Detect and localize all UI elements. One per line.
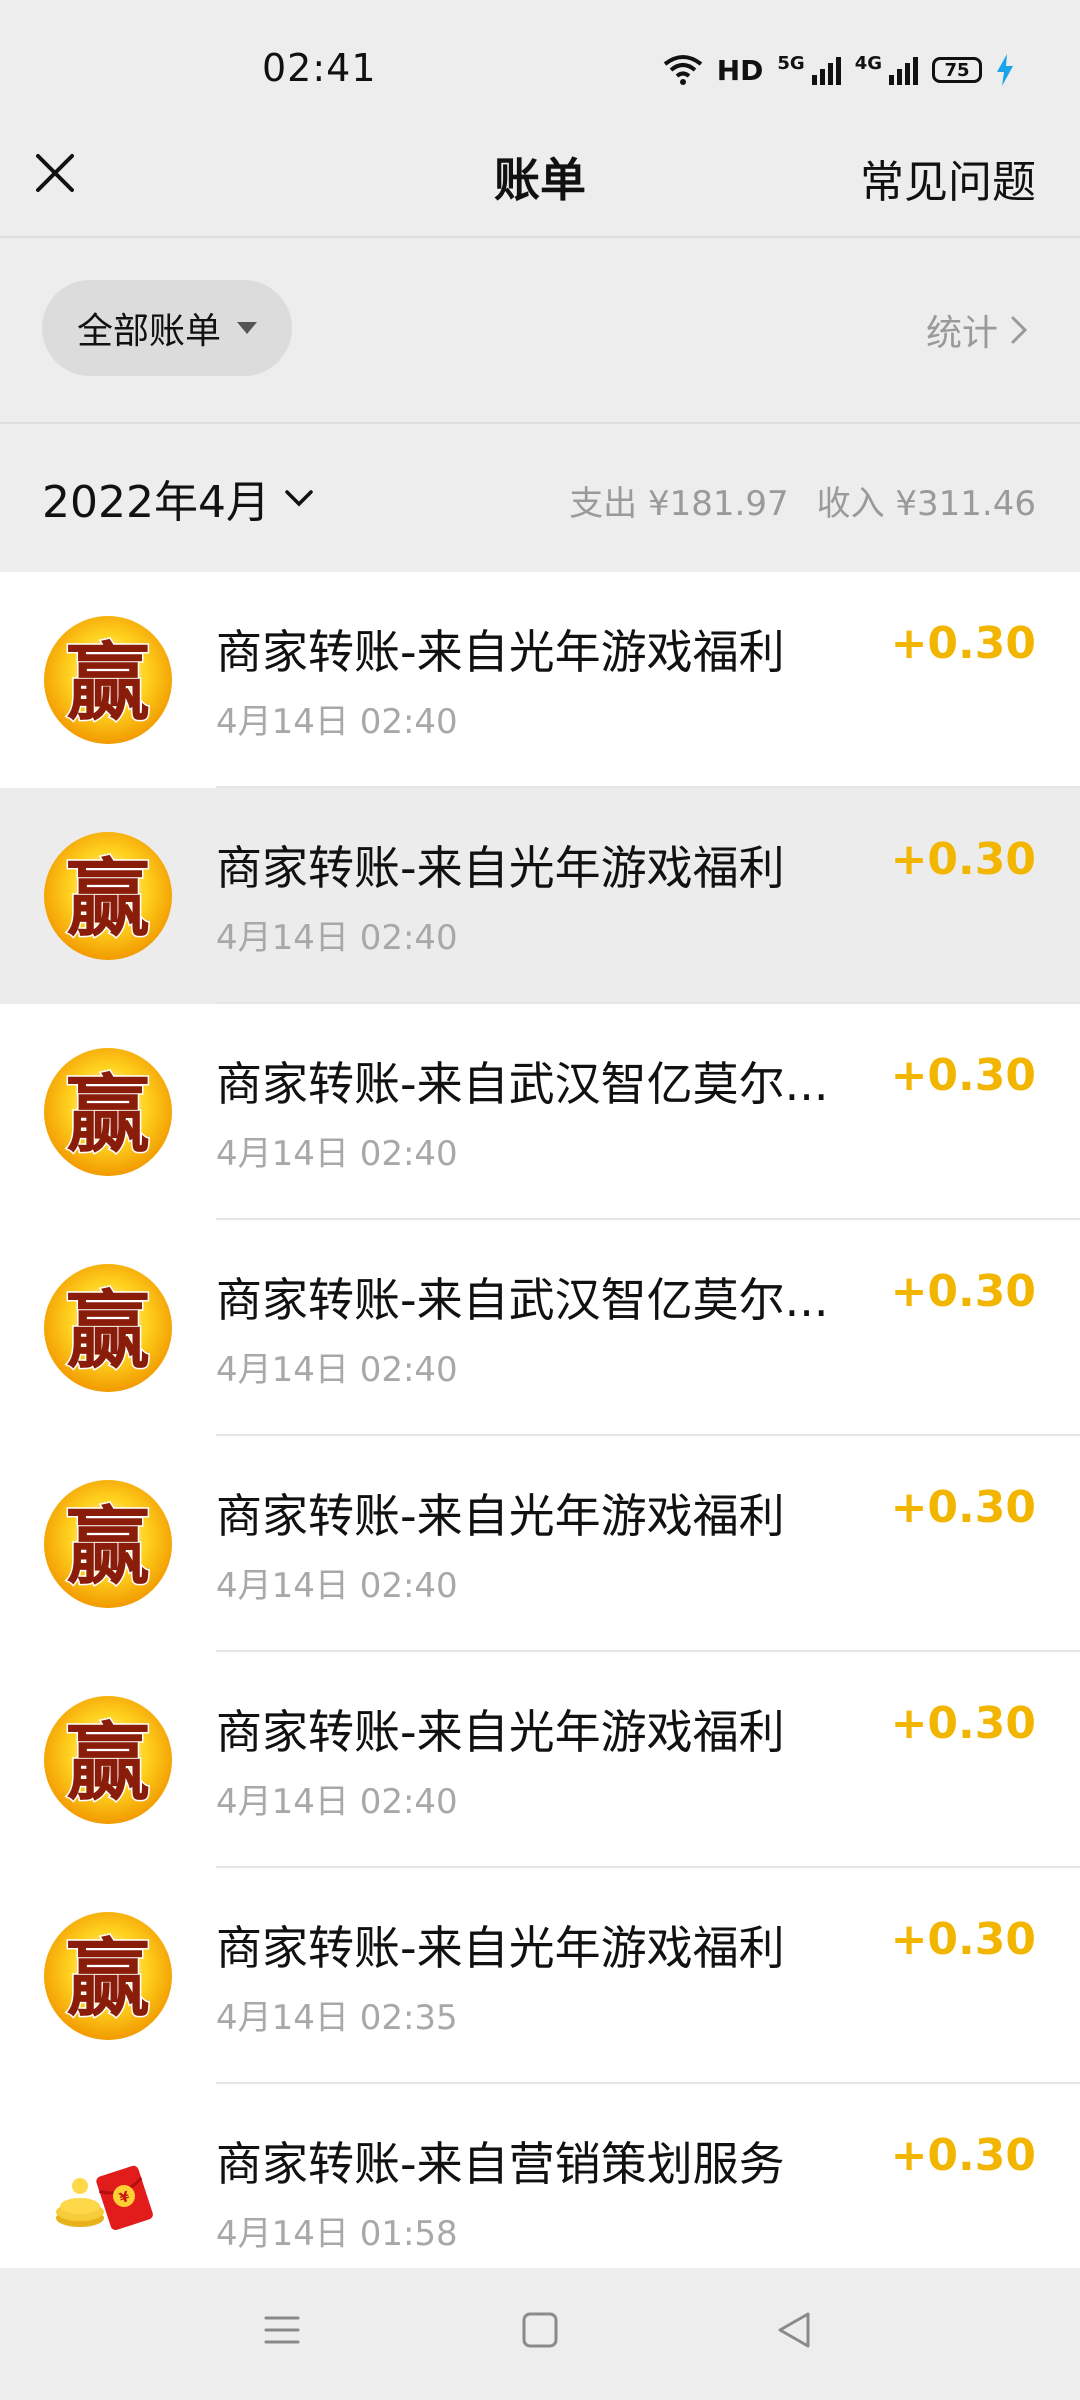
bill-item[interactable]: 赢 商家转账-来自武汉智亿莫尔... 4月14日 02:40 +0.30: [0, 1004, 1080, 1220]
filter-bar: 全部账单 统计: [0, 238, 1080, 422]
bill-time: 4月14日 02:40: [216, 1134, 458, 1174]
win-icon: 赢: [42, 830, 174, 962]
bill-item[interactable]: ¥ 商家转账-来自营销策划服务 4月14日 01:58 +0.30: [0, 2084, 1080, 2268]
month-totals: 支出 ¥181.97 收入 ¥311.46: [569, 476, 1036, 525]
filter-label: 全部账单: [76, 311, 221, 352]
win-icon: 赢: [42, 1478, 174, 1610]
bill-title: 商家转账-来自光年游戏福利: [216, 1921, 785, 1975]
bill-list: 赢 商家转账-来自光年游戏福利 4月14日 02:40 +0.30 赢 商家转账…: [0, 572, 1080, 2268]
bill-time: 4月14日 02:35: [216, 1998, 458, 2038]
faq-link[interactable]: 常见问题: [860, 146, 1036, 210]
bill-item[interactable]: 赢 商家转账-来自光年游戏福利 4月14日 02:40 +0.30: [0, 572, 1080, 788]
bill-amount: +0.30: [890, 1914, 1036, 1965]
battery-level: 75: [944, 59, 970, 81]
svg-text:赢: 赢: [66, 1282, 150, 1380]
status-bar: 02:41 HD 5G 4G 75: [0, 0, 1080, 140]
win-icon: 赢: [42, 614, 174, 746]
wifi-icon: [663, 55, 702, 85]
svg-text:赢: 赢: [66, 1498, 150, 1596]
red-envelope-icon: ¥: [42, 2126, 174, 2258]
income-total: 收入 ¥311.46: [816, 484, 1036, 524]
win-icon: 赢: [42, 1262, 174, 1394]
bill-time: 4月14日 02:40: [216, 1782, 458, 1822]
chevron-down-icon: [285, 490, 313, 507]
chevron-right-icon: [1011, 316, 1028, 344]
home-icon[interactable]: [520, 2310, 560, 2350]
bill-amount: +0.30: [890, 1482, 1036, 1533]
expense-total: 支出 ¥181.97: [569, 484, 789, 524]
bill-item[interactable]: 赢 商家转账-来自光年游戏福利 4月14日 02:40 +0.30: [0, 1652, 1080, 1868]
svg-text:赢: 赢: [66, 1714, 150, 1812]
win-icon: 赢: [42, 1910, 174, 2042]
bill-title: 商家转账-来自武汉智亿莫尔...: [216, 1273, 829, 1327]
svg-text:赢: 赢: [66, 1066, 150, 1164]
stats-link[interactable]: 统计: [926, 304, 1028, 356]
bill-title: 商家转账-来自光年游戏福利: [216, 841, 785, 895]
signal-icon: [889, 57, 918, 85]
svg-text:赢: 赢: [66, 850, 150, 948]
bill-title: 商家转账-来自光年游戏福利: [216, 625, 785, 679]
hd-indicator: HD: [716, 53, 764, 87]
network-4g-label: 4G: [854, 52, 882, 74]
bill-item[interactable]: 赢 商家转账-来自光年游戏福利 4月14日 02:40 +0.30: [0, 788, 1080, 1004]
win-icon: 赢: [42, 1694, 174, 1826]
bill-title: 商家转账-来自光年游戏福利: [216, 1705, 785, 1759]
bill-type-filter[interactable]: 全部账单: [42, 280, 292, 376]
status-icons: HD 5G 4G 75: [663, 50, 1014, 90]
month-summary-bar: 2022年4月 支出 ¥181.97 收入 ¥311.46: [0, 424, 1080, 572]
bill-amount: +0.30: [890, 1698, 1036, 1749]
bill-time: 4月14日 01:58: [216, 2214, 458, 2254]
charging-icon: [997, 54, 1013, 86]
bill-amount: +0.30: [890, 834, 1036, 885]
stats-label: 统计: [925, 313, 998, 354]
battery-icon: 75: [932, 57, 982, 83]
bill-amount: +0.30: [890, 1266, 1036, 1317]
system-nav-bar: [0, 2268, 1080, 2400]
status-time: 02:41: [262, 46, 377, 90]
bill-item[interactable]: 赢 商家转账-来自光年游戏福利 4月14日 02:40 +0.30: [0, 1436, 1080, 1652]
bill-time: 4月14日 02:40: [216, 702, 458, 742]
month-picker[interactable]: 2022年4月: [42, 466, 314, 530]
svg-text:赢: 赢: [66, 634, 150, 732]
bill-amount: +0.30: [890, 1050, 1036, 1101]
bill-time: 4月14日 02:40: [216, 1350, 458, 1390]
bill-amount: +0.30: [890, 2130, 1036, 2181]
bill-time: 4月14日 02:40: [216, 918, 458, 958]
bill-item[interactable]: 赢 商家转账-来自武汉智亿莫尔... 4月14日 02:40 +0.30: [0, 1220, 1080, 1436]
bill-title: 商家转账-来自光年游戏福利: [216, 1489, 785, 1543]
signal-icon: [811, 57, 841, 85]
bill-time: 4月14日 02:40: [216, 1566, 458, 1606]
month-label: 2022年4月: [42, 477, 270, 528]
win-icon: 赢: [42, 1046, 174, 1178]
back-icon[interactable]: [774, 2310, 814, 2350]
network-5g-label: 5G: [777, 52, 805, 74]
bill-item[interactable]: 赢 商家转账-来自光年游戏福利 4月14日 02:35 +0.30: [0, 1868, 1080, 2084]
bill-amount: +0.30: [890, 618, 1036, 669]
caret-down-icon: [237, 322, 257, 334]
svg-text:赢: 赢: [66, 1930, 150, 2028]
nav-bar: 账单 常见问题: [0, 140, 1080, 236]
bill-title: 商家转账-来自武汉智亿莫尔...: [216, 1057, 829, 1111]
bill-title: 商家转账-来自营销策划服务: [216, 2137, 785, 2191]
menu-icon[interactable]: [262, 2310, 302, 2350]
